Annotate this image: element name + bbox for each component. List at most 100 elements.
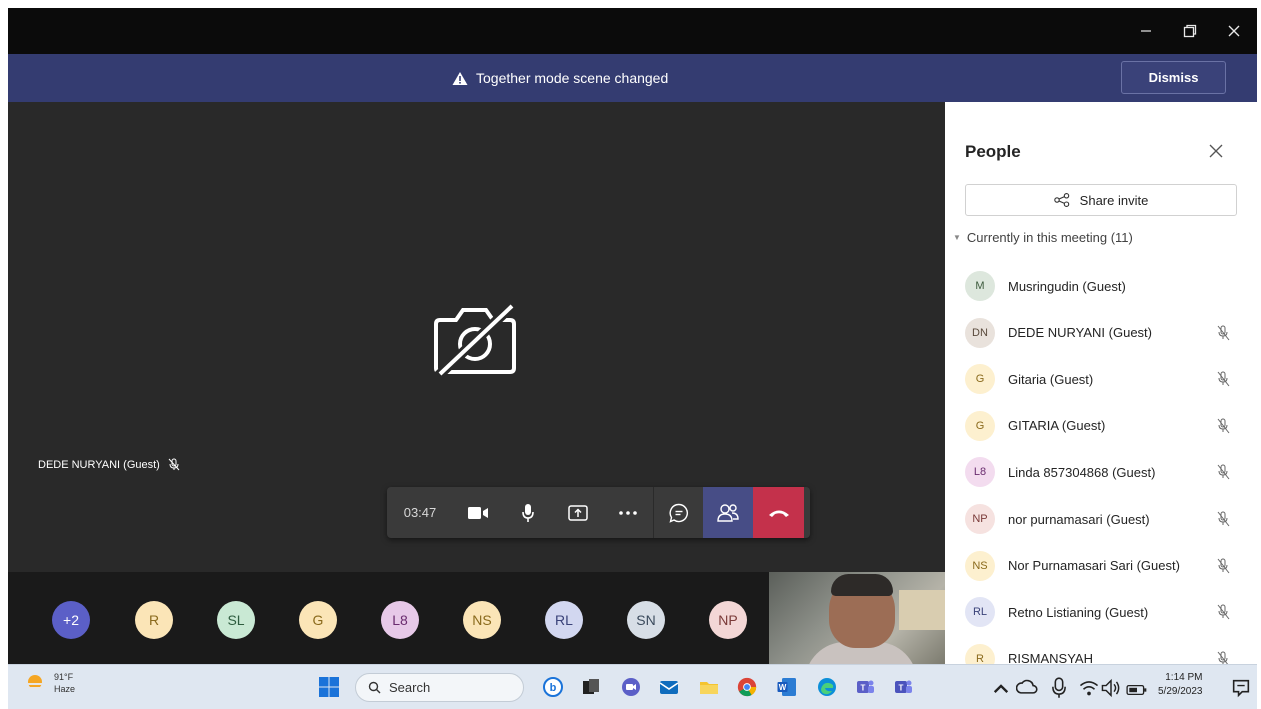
participant-row[interactable]: M Musringudin (Guest) bbox=[965, 263, 1240, 309]
svg-text:b: b bbox=[550, 682, 557, 694]
svg-text:T: T bbox=[899, 684, 904, 693]
mic-muted-icon bbox=[1217, 325, 1230, 340]
windows-taskbar: 91°F Haze Search b W T T 1:14 PM 5/29/20… bbox=[8, 664, 1257, 709]
in-meeting-section-header[interactable]: ▼ Currently in this meeting (11) bbox=[953, 230, 1133, 245]
participant-row[interactable]: NS Nor Purnamasari Sari (Guest) bbox=[965, 543, 1240, 589]
participant-name: GITARIA (Guest) bbox=[1008, 418, 1106, 434]
bing-chat-icon[interactable]: b bbox=[542, 676, 564, 698]
participant-avatar[interactable]: R bbox=[135, 601, 173, 639]
participant-avatar: M bbox=[965, 271, 995, 301]
participant-row[interactable]: L8 Linda 857304868 (Guest) bbox=[965, 449, 1240, 495]
participant-avatar[interactable]: SL bbox=[217, 601, 255, 639]
people-panel: People Share invite ▼ Currently in this … bbox=[945, 102, 1257, 674]
microphone-button[interactable] bbox=[503, 487, 553, 538]
restore-button[interactable] bbox=[1168, 8, 1212, 54]
mic-muted-icon bbox=[1217, 511, 1230, 527]
collapse-caret-icon: ▼ bbox=[953, 233, 961, 242]
start-button[interactable] bbox=[318, 676, 340, 698]
muted-indicator bbox=[1216, 418, 1230, 439]
teams-meeting-window: Together mode scene changed Dismiss DEDE… bbox=[8, 8, 1257, 709]
weather-desc: Haze bbox=[54, 684, 76, 694]
mic-muted-icon bbox=[1217, 604, 1230, 620]
participant-name: Linda 857304868 (Guest) bbox=[1008, 464, 1156, 480]
network-cloud-icon[interactable] bbox=[1016, 677, 1038, 699]
mic-muted-icon bbox=[1217, 371, 1230, 387]
share-invite-button[interactable]: Share invite bbox=[965, 184, 1237, 216]
battery-icon[interactable] bbox=[1126, 679, 1148, 701]
close-window-button[interactable] bbox=[1212, 8, 1256, 54]
system-clock[interactable]: 1:14 PM 5/29/2023 bbox=[1158, 671, 1203, 699]
participant-avatar: G bbox=[965, 364, 995, 395]
more-actions-button[interactable] bbox=[603, 487, 653, 538]
teams-work-icon[interactable]: T bbox=[892, 676, 914, 698]
teams-chat-icon[interactable] bbox=[620, 676, 642, 698]
participant-avatar[interactable]: NP bbox=[709, 601, 747, 639]
edge-icon[interactable] bbox=[816, 676, 838, 698]
share-invite-label: Share invite bbox=[1079, 192, 1149, 208]
participant-row[interactable]: RL Retno Listianing (Guest) bbox=[965, 589, 1240, 635]
search-label: Search bbox=[389, 680, 431, 695]
participant-avatar: NP bbox=[965, 504, 995, 534]
chevron-up-icon[interactable] bbox=[990, 678, 1012, 700]
muted-indicator bbox=[1216, 325, 1230, 346]
search-icon bbox=[368, 681, 381, 694]
word-icon[interactable]: W bbox=[776, 676, 798, 698]
participant-name: Gitaria (Guest) bbox=[1008, 371, 1094, 387]
participant-avatar[interactable]: G bbox=[299, 601, 337, 639]
participant-row[interactable]: G Gitaria (Guest) bbox=[965, 356, 1240, 402]
participant-name: Nor Purnamasari Sari (Guest) bbox=[1008, 558, 1180, 574]
mail-icon[interactable] bbox=[658, 676, 680, 698]
participant-avatar[interactable]: L8 bbox=[381, 601, 419, 639]
participant-row[interactable]: NP nor purnamasari (Guest) bbox=[965, 496, 1240, 542]
banner-text: Together mode scene changed bbox=[476, 70, 669, 86]
participant-avatar[interactable]: +2 bbox=[52, 601, 90, 639]
volume-icon[interactable] bbox=[1100, 677, 1122, 699]
task-view-icon[interactable] bbox=[580, 676, 602, 698]
title-bar bbox=[8, 8, 1257, 54]
minimize-button[interactable] bbox=[1124, 8, 1168, 54]
background-shelf bbox=[899, 590, 945, 630]
leave-call-button[interactable] bbox=[753, 487, 804, 538]
muted-indicator bbox=[1216, 464, 1230, 485]
more-dots-icon bbox=[619, 510, 637, 515]
people-button[interactable] bbox=[703, 487, 753, 538]
muted-indicator bbox=[1216, 558, 1230, 579]
chat-button[interactable] bbox=[653, 487, 703, 538]
notification-icon[interactable] bbox=[1230, 677, 1252, 699]
participant-row[interactable]: G GITARIA (Guest) bbox=[965, 403, 1240, 449]
chrome-icon[interactable] bbox=[736, 676, 758, 698]
share-icon bbox=[1053, 193, 1069, 207]
mic-tray-icon[interactable] bbox=[1048, 677, 1070, 699]
participant-avatar[interactable]: RL bbox=[545, 601, 583, 639]
mic-muted-icon bbox=[1217, 558, 1230, 573]
hang-up-icon bbox=[768, 510, 789, 517]
participant-row[interactable]: DN DEDE NURYANI (Guest) bbox=[965, 310, 1240, 356]
weather-widget[interactable]: 91°F Haze bbox=[24, 671, 75, 695]
teams-icon[interactable]: T bbox=[854, 676, 876, 698]
participant-avatar[interactable]: SN bbox=[627, 601, 665, 639]
video-stage: DEDE NURYANI (Guest) 03:47 bbox=[8, 102, 945, 572]
clock-date: 5/29/2023 bbox=[1158, 686, 1203, 697]
svg-text:T: T bbox=[861, 684, 866, 693]
panel-title: People bbox=[965, 142, 1021, 161]
chat-bubble-icon bbox=[668, 503, 688, 523]
self-video-preview bbox=[769, 572, 945, 664]
participant-name: Musringudin (Guest) bbox=[1008, 278, 1126, 294]
participant-avatar[interactable]: NS bbox=[463, 601, 501, 639]
wifi-icon[interactable] bbox=[1078, 677, 1100, 699]
section-label: Currently in this meeting (11) bbox=[966, 230, 1133, 245]
windows-logo-icon bbox=[319, 677, 339, 697]
camera-button[interactable] bbox=[453, 487, 503, 538]
close-panel-icon[interactable] bbox=[1207, 142, 1225, 160]
mic-muted-icon bbox=[1217, 464, 1230, 480]
notification-banner: Together mode scene changed Dismiss bbox=[8, 54, 1257, 102]
file-explorer-icon[interactable] bbox=[698, 676, 720, 698]
participant-avatar: DN bbox=[965, 317, 995, 348]
dismiss-button[interactable]: Dismiss bbox=[1121, 61, 1226, 94]
taskbar-search[interactable]: Search bbox=[355, 673, 524, 702]
banner-message: Together mode scene changed bbox=[452, 54, 668, 102]
participant-name: DEDE NURYANI (Guest) bbox=[38, 458, 160, 471]
participant-name: DEDE NURYANI (Guest) bbox=[1008, 325, 1152, 341]
share-screen-button[interactable] bbox=[553, 487, 603, 538]
participant-name: nor purnamasari (Guest) bbox=[1008, 511, 1150, 527]
